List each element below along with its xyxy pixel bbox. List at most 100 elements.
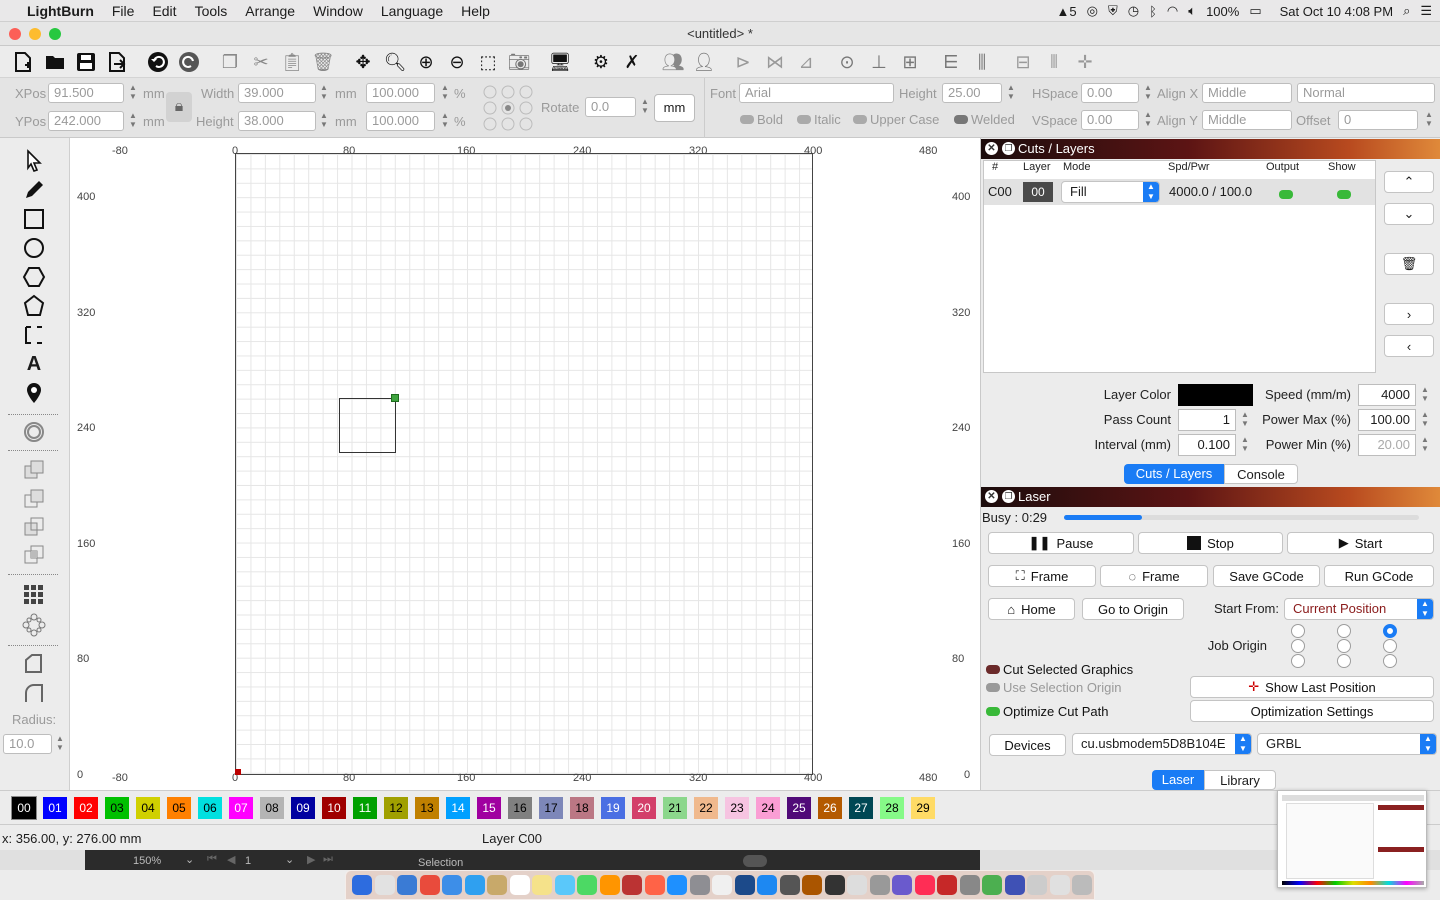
security-icon[interactable] <box>982 875 1002 895</box>
photo-booth-icon[interactable] <box>622 875 642 895</box>
chrome-icon[interactable] <box>419 875 440 895</box>
job-origin-bottom-left[interactable] <box>1291 654 1305 668</box>
lightburn-icon[interactable] <box>937 875 957 895</box>
palette-swatch[interactable]: 24 <box>756 797 780 819</box>
maps-icon[interactable] <box>599 875 620 895</box>
page-number[interactable]: 1 <box>245 855 251 867</box>
palette-swatch[interactable]: 04 <box>136 797 160 819</box>
monitor-icon[interactable]: 🖥︎ <box>547 49 573 75</box>
pass-count-input[interactable]: 1 <box>1178 409 1236 431</box>
open-folder-icon[interactable] <box>42 49 68 75</box>
speed-input[interactable]: 4000 <box>1358 384 1416 406</box>
optimization-settings-button[interactable]: Optimization Settings <box>1190 700 1434 722</box>
close-panel-icon[interactable]: ✕ <box>985 490 998 503</box>
move-layer-up-button[interactable]: ⌃ <box>1384 171 1434 193</box>
layer-row[interactable]: C00 00 Fill ▲ ▼ 4000.0 / 100.0 <box>984 179 1375 205</box>
palette-swatch[interactable]: 10 <box>322 797 346 819</box>
cut-selected-toggle[interactable]: Cut Selected Graphics <box>986 662 1133 677</box>
units-toggle-button[interactable]: mm <box>654 94 695 122</box>
clock[interactable]: Sat Oct 10 4:08 PM <box>1280 4 1393 19</box>
palette-swatch[interactable]: 02 <box>74 797 98 819</box>
job-origin-center[interactable] <box>1337 639 1351 653</box>
books-icon[interactable] <box>824 875 845 895</box>
shape-start-handle[interactable] <box>391 394 399 402</box>
next-page-icon[interactable]: ▶ <box>307 853 315 866</box>
edit-nodes-icon[interactable] <box>20 177 48 203</box>
draw-lines-icon[interactable] <box>20 293 48 319</box>
zoom-out-icon[interactable]: ⊖ <box>444 49 470 75</box>
use-selection-origin-toggle[interactable]: Use Selection Origin <box>986 680 1122 695</box>
job-origin-top-center[interactable] <box>1337 624 1351 638</box>
width-stepper[interactable]: ▲ ▼ <box>319 83 329 103</box>
mirror-icon[interactable]: ⊿ <box>793 49 819 75</box>
preview-icon[interactable] <box>779 875 800 895</box>
pause-button[interactable]: ❚❚ Pause <box>988 532 1134 554</box>
first-page-icon[interactable]: ⏮ <box>207 853 217 866</box>
offset-shapes-icon[interactable] <box>20 419 48 445</box>
music-icon[interactable] <box>892 875 912 895</box>
palette-swatch[interactable]: 25 <box>787 797 811 819</box>
photoshop-icon[interactable] <box>734 875 755 895</box>
zoom-page-icon[interactable]: ⬚ <box>475 49 501 75</box>
alignx-select[interactable]: Middle <box>1202 83 1292 103</box>
position-laser-icon[interactable] <box>20 380 48 406</box>
copy-icon[interactable]: ❐ <box>217 49 243 75</box>
ypos-input[interactable]: 242.000 <box>48 111 124 131</box>
xpos-input[interactable]: 91.500 <box>48 83 124 103</box>
palette-swatch[interactable]: 28 <box>880 797 904 819</box>
boolean-intersect-icon[interactable] <box>20 542 48 568</box>
stickies-icon[interactable] <box>532 875 552 895</box>
messages-icon[interactable] <box>554 875 575 895</box>
paste-icon[interactable]: 📋︎ <box>279 49 305 75</box>
menu-edit[interactable]: Edit <box>143 3 185 19</box>
job-origin-bottom-right[interactable] <box>1383 654 1397 668</box>
palette-swatch[interactable]: 19 <box>601 797 625 819</box>
palette-swatch[interactable]: 09 <box>291 797 315 819</box>
aligny-select[interactable]: Middle <box>1202 110 1292 130</box>
palette-swatch[interactable]: 26 <box>818 797 842 819</box>
palette-swatch[interactable]: 20 <box>632 797 656 819</box>
zoom-level[interactable]: 150% <box>133 855 161 867</box>
power-max-stepper[interactable]: ▲ ▼ <box>1420 410 1430 430</box>
collapse-panel-button[interactable]: ‹ <box>1384 335 1434 357</box>
align-bottom-icon[interactable]: ⊥ <box>866 49 892 75</box>
close-panel-icon[interactable]: ✕ <box>985 142 998 155</box>
palette-swatch[interactable]: 29 <box>911 797 935 819</box>
font-height-stepper[interactable]: ▲ ▼ <box>1006 83 1016 103</box>
radius-stepper[interactable]: ▲ ▼ <box>55 734 65 754</box>
corner-tool-icon[interactable] <box>20 651 48 677</box>
show-last-position-button[interactable]: ✛ Show Last Position <box>1190 676 1434 698</box>
job-origin-top-right[interactable] <box>1383 624 1397 638</box>
notification-center-icon[interactable]: ☰ <box>1420 3 1432 19</box>
cut-icon[interactable]: ✂ <box>248 49 274 75</box>
ellipse-tool-icon[interactable] <box>20 235 48 261</box>
go-to-origin-button[interactable]: Go to Origin <box>1082 598 1184 620</box>
facetime-icon[interactable] <box>577 875 597 895</box>
bold-toggle[interactable]: Bold <box>740 112 783 127</box>
palette-swatch[interactable]: 23 <box>725 797 749 819</box>
height-stepper[interactable]: ▲ ▼ <box>319 111 329 131</box>
move-icon[interactable]: ✥ <box>350 49 376 75</box>
camera-icon[interactable]: 📷︎ <box>506 49 532 75</box>
tab-library[interactable]: Library <box>1204 770 1276 790</box>
offset-input[interactable]: 0 <box>1338 110 1418 130</box>
hspace-stepper[interactable]: ▲ ▼ <box>1143 83 1153 103</box>
weld-shapes-icon[interactable] <box>20 457 48 483</box>
show-toggle[interactable] <box>1337 187 1351 202</box>
welded-toggle[interactable]: Welded <box>954 112 1015 127</box>
mail-2-icon[interactable] <box>869 875 890 895</box>
fillet-tool-icon[interactable] <box>20 681 48 707</box>
app-menu[interactable]: LightBurn <box>18 3 103 19</box>
text-style-select[interactable]: Normal <box>1297 83 1435 103</box>
downloads-icon[interactable] <box>1049 875 1070 895</box>
layer-color-chip[interactable]: 00 <box>1023 182 1053 202</box>
distribute-v-icon[interactable]: ⫼ <box>969 49 995 75</box>
folder-icon[interactable] <box>1072 875 1092 895</box>
close-window-button[interactable] <box>9 28 21 40</box>
delete-icon[interactable]: 🗑︎ <box>310 49 336 75</box>
font-height-input[interactable]: 25.00 <box>942 83 1002 103</box>
group-icon[interactable]: 👥︎ <box>660 49 686 75</box>
settings-icon[interactable]: ⚙ <box>588 49 614 75</box>
radius-input[interactable]: 10.0 <box>3 734 52 754</box>
palette-swatch[interactable]: 22 <box>694 797 718 819</box>
